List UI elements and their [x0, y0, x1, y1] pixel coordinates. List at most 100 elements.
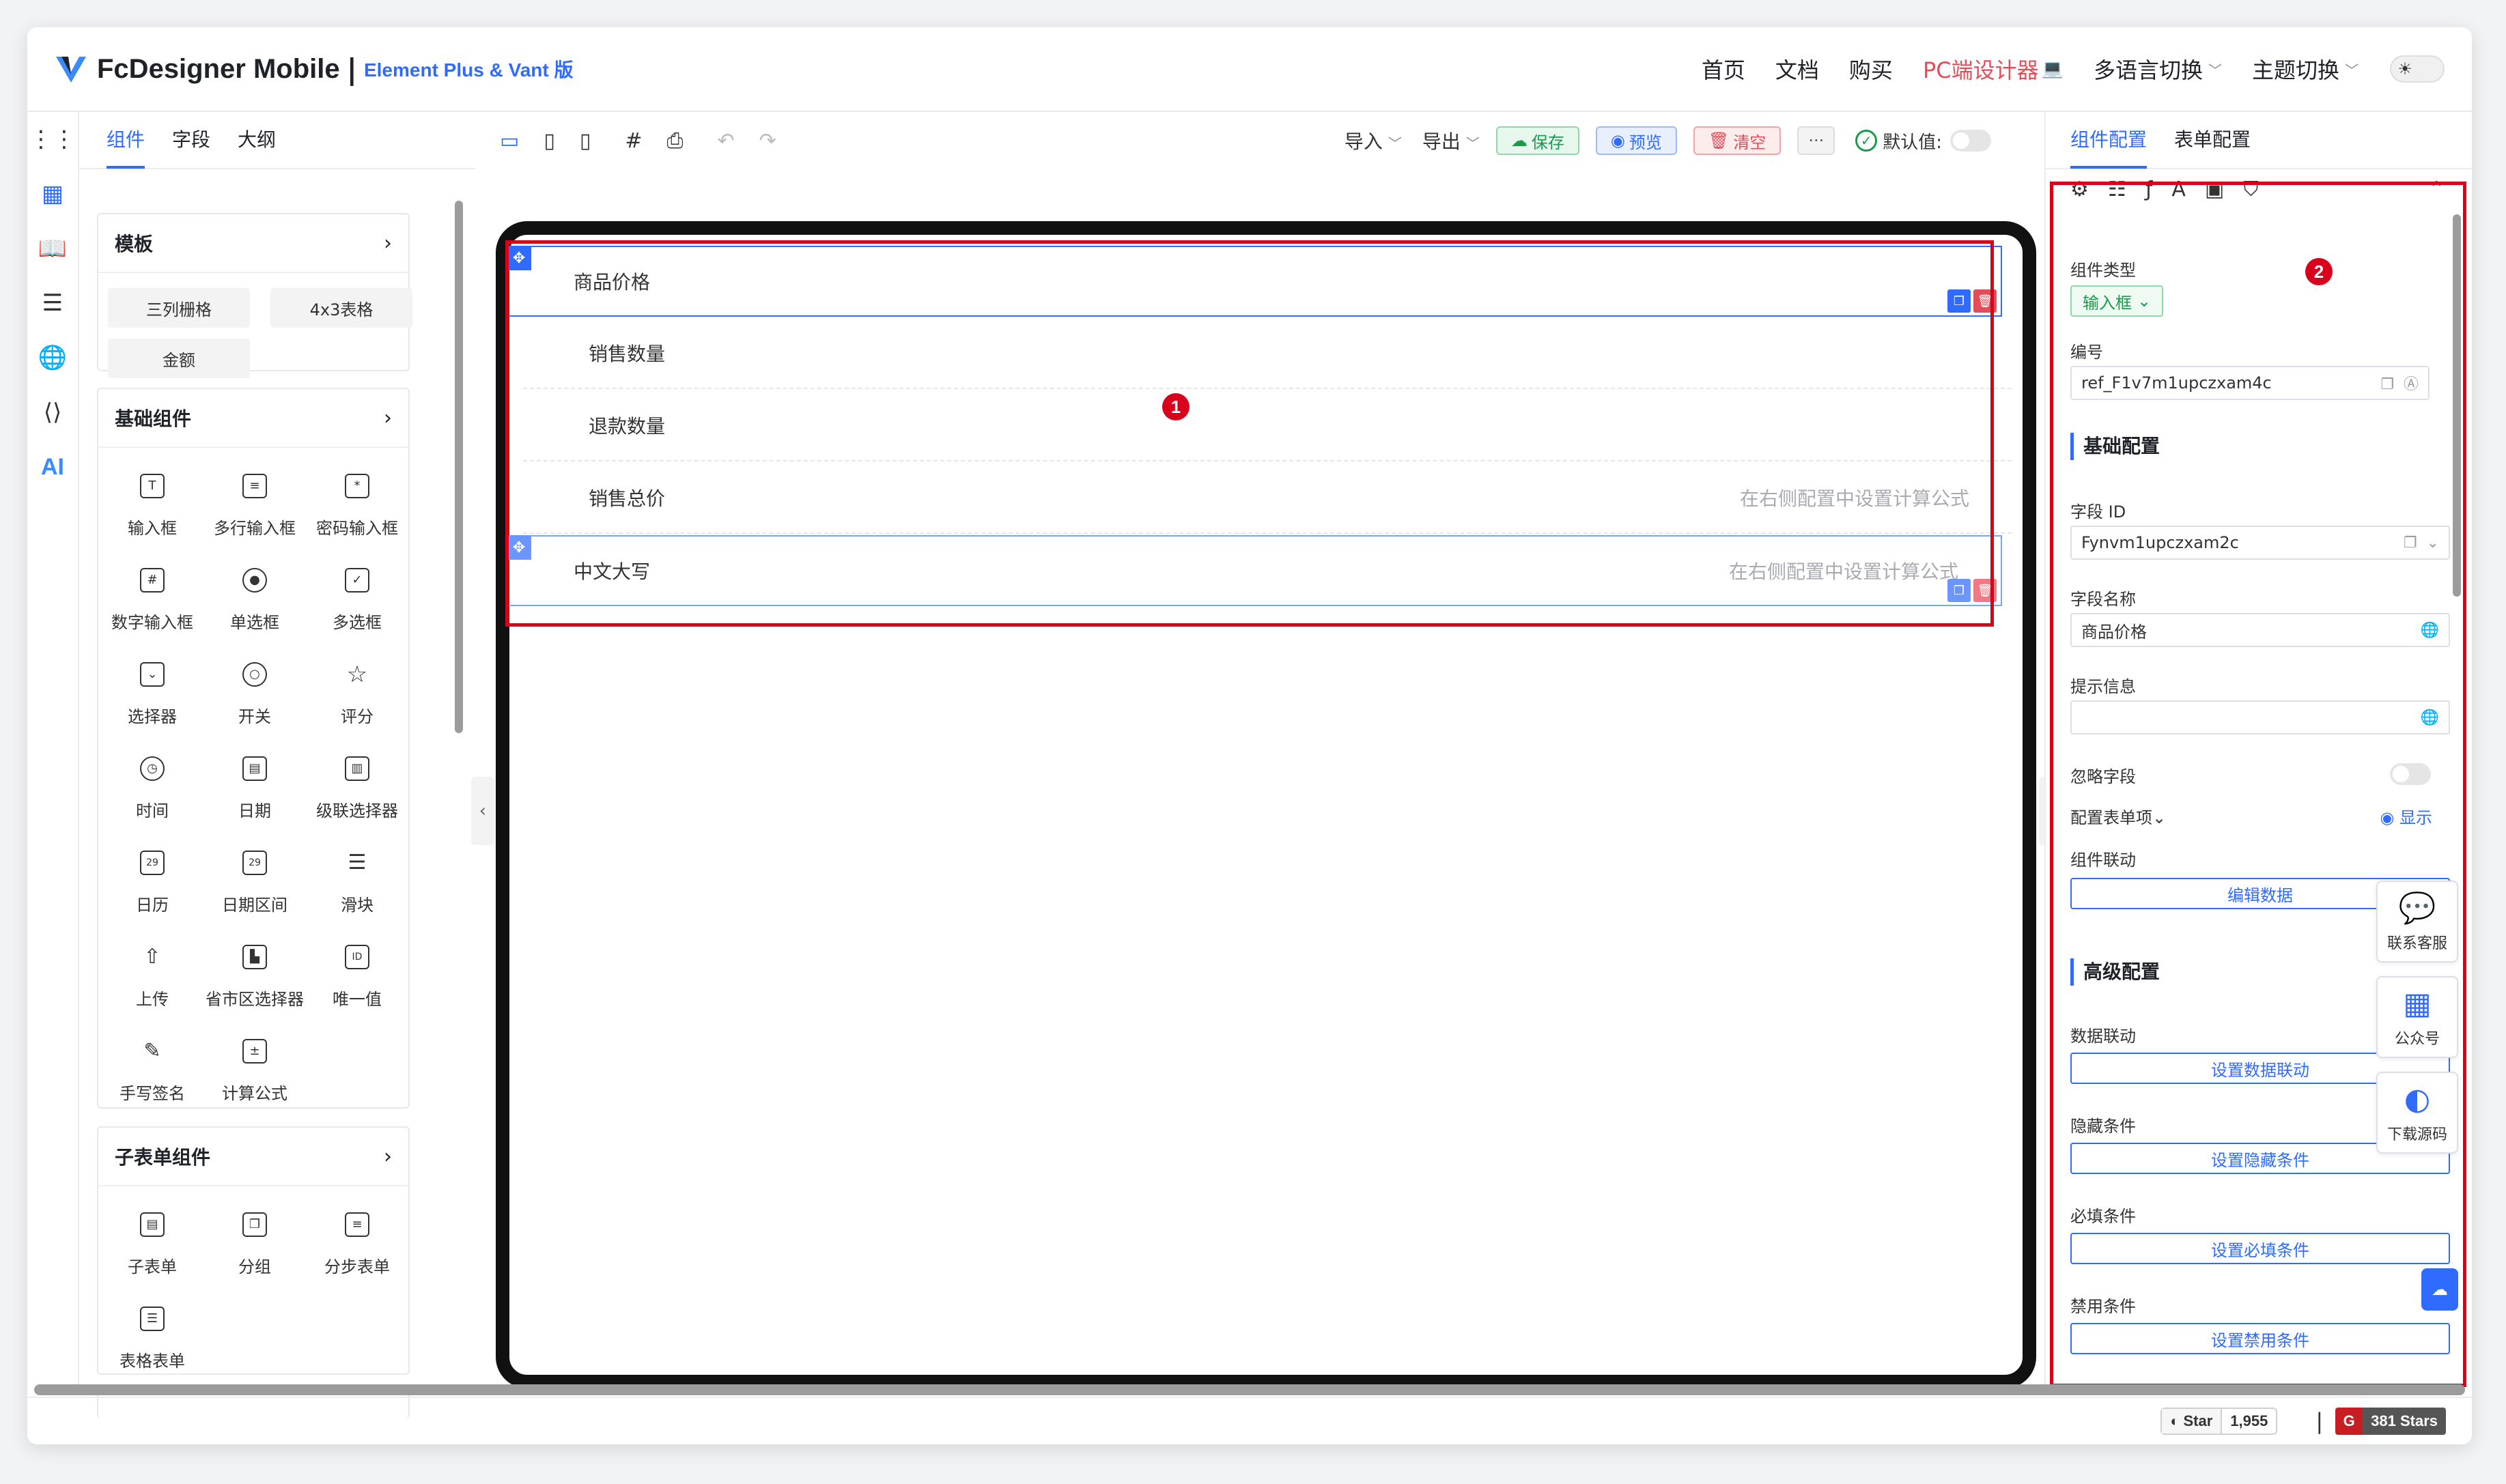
tab-outline[interactable]: 大纲: [238, 111, 276, 169]
tab-fields[interactable]: 字段: [172, 111, 210, 169]
apps-grid-icon[interactable]: ⋮⋮: [27, 112, 79, 167]
component-label: 日历: [136, 895, 169, 915]
clear-label: 清空: [1733, 132, 1766, 152]
basic-components-header[interactable]: 基础组件 ›: [98, 389, 408, 448]
export-menu[interactable]: 导出 ﹀: [1422, 127, 1480, 154]
save-button[interactable]: ☁ 保存: [1495, 126, 1579, 155]
component-password[interactable]: * 密码输入框: [306, 459, 408, 553]
chevron-down-icon: ﹀: [2345, 61, 2359, 79]
cloud-icon: ☁: [1510, 131, 1527, 150]
gitee-star-badge[interactable]: G 381 Stars: [2335, 1408, 2446, 1435]
subform-components-list: ▤ 子表单 ❐ 分组 ≡ 分步表单 ☰ 表格表单: [98, 1186, 408, 1393]
component-cascader[interactable]: ▥ 级联选择器: [306, 741, 408, 836]
database-icon[interactable]: ☰: [27, 276, 79, 330]
tab-component-config[interactable]: 组件配置: [2070, 111, 2148, 169]
component-label: 级联选择器: [316, 801, 398, 821]
component-formula[interactable]: ± 计算公式: [203, 1024, 306, 1118]
github-star-button[interactable]: ◐ Star: [2162, 1409, 2221, 1433]
left-rail: ⋮⋮ ▦ 📖 ☰ 🌐 ⟨⟩ AI: [27, 112, 79, 1384]
component-unique[interactable]: ID 唯一值: [306, 930, 408, 1024]
component-label: 评分: [341, 707, 374, 726]
component-slider[interactable]: ☰ 滑块: [306, 836, 408, 930]
logo[interactable]: FcDesigner Mobile | Element Plus & Vant …: [55, 53, 574, 86]
subform-components-header[interactable]: 子表单组件 ›: [98, 1128, 408, 1186]
dark-mode-toggle[interactable]: ☀: [2390, 55, 2445, 83]
tablet-view-icon[interactable]: ▯: [544, 129, 555, 153]
component-number[interactable]: # 数字输入框: [101, 553, 203, 647]
chevron-down-icon: ﹀: [1388, 135, 1402, 152]
checkbox-icon: ✓: [345, 567, 369, 593]
top-bar: FcDesigner Mobile | Element Plus & Vant …: [27, 27, 2472, 112]
nav-theme-label: 主题切换: [2251, 57, 2339, 83]
component-radio[interactable]: ● 单选框: [203, 553, 306, 647]
tab-form-config[interactable]: 表单配置: [2174, 111, 2251, 169]
nav-buy[interactable]: 购买: [1849, 53, 1893, 85]
chevron-right-icon: ›: [384, 1144, 392, 1169]
table-form-icon: ☰: [140, 1306, 165, 1331]
nav-theme[interactable]: 主题切换 ﹀: [2252, 53, 2359, 85]
chevron-down-icon: ﹀: [1465, 135, 1480, 152]
component-region[interactable]: ▙ 省市区选择器: [203, 930, 306, 1024]
component-input[interactable]: T 输入框: [101, 459, 203, 553]
component-label: 开关: [238, 707, 271, 726]
template-item[interactable]: 三列栅格: [108, 288, 250, 328]
chevron-right-icon: ›: [384, 231, 392, 255]
components-icon[interactable]: ▦: [27, 167, 79, 221]
component-signature[interactable]: ✎ 手写签名: [101, 1024, 203, 1118]
templates-header[interactable]: 模板 ›: [98, 214, 408, 273]
template-item[interactable]: 金额: [108, 339, 250, 378]
subform-components-title: 子表单组件: [115, 1146, 211, 1169]
palette-scrollbar[interactable]: [455, 201, 463, 733]
cascader-icon: ▥: [345, 756, 369, 781]
clock-icon: ◷: [140, 756, 165, 781]
textarea-icon: ≡: [242, 473, 267, 498]
component-label: 日期: [238, 801, 271, 821]
grid-icon[interactable]: #: [625, 129, 642, 153]
print-icon[interactable]: ⎙: [667, 129, 684, 153]
collapse-left-icon[interactable]: ‹: [471, 777, 494, 845]
nav-docs[interactable]: 文档: [1775, 53, 1819, 85]
clear-button[interactable]: 🗑 清空: [1693, 126, 1782, 155]
github-icon: ◐: [2170, 1412, 2180, 1429]
default-value-toggle[interactable]: [1950, 130, 1991, 152]
globe-icon[interactable]: 🌐: [27, 330, 79, 385]
step-form-icon: ≡: [345, 1212, 369, 1237]
nav-language-label: 多语言切换: [2093, 57, 2203, 83]
default-value-label: 默认值:: [1883, 132, 1942, 153]
component-label: 省市区选择器: [206, 989, 304, 1009]
brand-name: FcDesigner Mobile: [97, 53, 340, 84]
component-textarea[interactable]: ≡ 多行输入框: [203, 459, 306, 553]
component-rate[interactable]: ☆ 评分: [306, 647, 408, 741]
subform-icon: ▤: [140, 1212, 165, 1237]
tab-components[interactable]: 组件: [107, 111, 145, 169]
component-group[interactable]: ❐ 分组: [203, 1197, 306, 1292]
component-date-range[interactable]: 29 日期区间: [203, 836, 306, 930]
horizontal-scrollbar[interactable]: [34, 1384, 2465, 1395]
component-table-form[interactable]: ☰ 表格表单: [101, 1292, 203, 1386]
nav-pc-designer[interactable]: PC端设计器 💻: [1923, 53, 2064, 85]
component-calendar[interactable]: 29 日历: [101, 836, 203, 930]
import-menu[interactable]: 导入 ﹀: [1344, 127, 1402, 154]
component-time[interactable]: ◷ 时间: [101, 741, 203, 836]
preview-button[interactable]: ◉ 预览: [1595, 126, 1677, 155]
component-upload[interactable]: ⇧ 上传: [101, 930, 203, 1024]
pc-view-icon[interactable]: ▭: [500, 129, 519, 153]
ai-icon[interactable]: AI: [27, 440, 79, 494]
more-button[interactable]: ···: [1797, 126, 1835, 155]
book-icon[interactable]: 📖: [27, 221, 79, 276]
component-checkbox[interactable]: ✓ 多选框: [306, 553, 408, 647]
template-item[interactable]: 4x3表格: [270, 288, 412, 328]
component-step-form[interactable]: ≡ 分步表单: [306, 1197, 408, 1292]
code-icon[interactable]: ⟨⟩: [27, 385, 79, 440]
component-switch[interactable]: ○ 开关: [203, 647, 306, 741]
basic-components-title: 基础组件: [115, 408, 192, 430]
github-star-badge[interactable]: ◐ Star 1,955: [2160, 1408, 2278, 1435]
nav-language[interactable]: 多语言切换 ﹀: [2094, 53, 2222, 85]
redo-icon[interactable]: ↷: [759, 129, 776, 153]
component-date[interactable]: ▤ 日期: [203, 741, 306, 836]
component-select[interactable]: ⌄ 选择器: [101, 647, 203, 741]
undo-icon[interactable]: ↶: [718, 129, 735, 153]
nav-home[interactable]: 首页: [1702, 53, 1745, 85]
component-subform[interactable]: ▤ 子表单: [101, 1197, 203, 1292]
mobile-view-icon[interactable]: ▯: [580, 129, 591, 153]
